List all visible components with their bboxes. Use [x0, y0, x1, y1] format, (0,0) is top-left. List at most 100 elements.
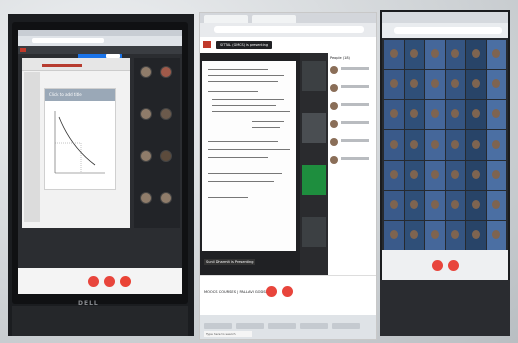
participant-row[interactable]: [330, 155, 374, 165]
gallery-video-tile[interactable]: [384, 220, 404, 250]
gallery-video-tile[interactable]: [384, 70, 404, 100]
browser-tab[interactable]: [204, 15, 248, 23]
participant-face: [451, 229, 460, 239]
taskbar-item[interactable]: [332, 323, 360, 329]
participant-face: [451, 139, 460, 149]
participant-face: [430, 139, 439, 149]
mic-off-button[interactable]: [266, 286, 277, 297]
gallery-video-tile[interactable]: [466, 40, 486, 70]
video-tile[interactable]: [302, 113, 326, 143]
participant-face: [410, 169, 419, 179]
meet-control-bar: [18, 268, 182, 294]
video-tile[interactable]: [302, 217, 326, 247]
gallery-video-tile[interactable]: [466, 220, 486, 250]
gallery-video-tile[interactable]: [445, 70, 465, 100]
gallery-video-tile[interactable]: [425, 70, 445, 100]
gallery-video-tile[interactable]: [384, 100, 404, 130]
browser-tabs[interactable]: [18, 30, 182, 36]
current-slide: Click to add title: [44, 88, 116, 190]
laptop-keyboard: [12, 306, 188, 336]
participant-face: [410, 199, 419, 209]
participant-row[interactable]: [330, 137, 374, 147]
address-bar[interactable]: [214, 26, 364, 33]
gallery-video-tile[interactable]: [404, 190, 424, 220]
participant-face: [430, 169, 439, 179]
participant-row[interactable]: [330, 65, 374, 75]
camera-off-button[interactable]: [120, 276, 131, 287]
gallery-video-tile[interactable]: [445, 190, 465, 220]
ribbon-accent: [42, 64, 82, 67]
video-tile[interactable]: [302, 165, 326, 195]
gallery-video-tile[interactable]: [445, 40, 465, 70]
gallery-video-tile[interactable]: [486, 160, 506, 190]
gallery-video-tile[interactable]: [384, 130, 404, 160]
participant-face: [492, 169, 501, 179]
middle-monitor-photo: SITTAL (GMCS) is presenting Sunil Dharmi…: [199, 12, 377, 340]
gallery-video-tile[interactable]: [404, 40, 424, 70]
participant-avatar: [160, 108, 172, 120]
gallery-video-tile[interactable]: [425, 190, 445, 220]
gallery-video-tile[interactable]: [425, 130, 445, 160]
participant-face: [410, 229, 419, 239]
slide-thumbnails[interactable]: [24, 72, 40, 222]
browser-tab[interactable]: [252, 15, 296, 23]
text-line: [212, 99, 284, 100]
browser-chrome: [382, 12, 508, 38]
text-line: [252, 127, 280, 128]
right-monitor-photo: [380, 10, 510, 336]
gallery-video-tile[interactable]: [404, 100, 424, 130]
mic-off-button[interactable]: [88, 276, 99, 287]
end-call-button[interactable]: [448, 260, 459, 271]
address-bar[interactable]: [32, 38, 104, 43]
slide-heading: Click to add title: [45, 89, 115, 101]
taskbar-item[interactable]: [300, 323, 328, 329]
gallery-video-tile[interactable]: [384, 190, 404, 220]
participant-face: [451, 199, 460, 209]
taskbar-item[interactable]: [236, 323, 264, 329]
gallery-video-tile[interactable]: [486, 220, 506, 250]
gallery-video-tile[interactable]: [404, 130, 424, 160]
meeting-name: MOOCS COURSES | PALLAVI GODSE...: [204, 290, 272, 294]
gallery-video-tile[interactable]: [466, 100, 486, 130]
participant-row[interactable]: [330, 83, 374, 93]
participant-row[interactable]: [330, 119, 374, 129]
gallery-video-tile[interactable]: [466, 130, 486, 160]
gallery-video-tile[interactable]: [425, 160, 445, 190]
gallery-video-tile[interactable]: [425, 40, 445, 70]
participant-avatar: [330, 102, 338, 110]
participant-strip: [134, 58, 180, 228]
gallery-video-tile[interactable]: [404, 70, 424, 100]
taskbar-search[interactable]: Type here to search: [204, 331, 252, 337]
gallery-video-tile[interactable]: [425, 220, 445, 250]
taskbar-item[interactable]: [268, 323, 296, 329]
gallery-video-tile[interactable]: [466, 70, 486, 100]
browser-tabs[interactable]: [382, 12, 508, 23]
gallery-video-tile[interactable]: [384, 40, 404, 70]
gallery-video-tile[interactable]: [486, 100, 506, 130]
mic-off-button[interactable]: [432, 260, 443, 271]
gallery-video-tile[interactable]: [466, 190, 486, 220]
gallery-video-tile[interactable]: [486, 40, 506, 70]
video-tile[interactable]: [302, 61, 326, 91]
participant-name-bar: [341, 139, 369, 142]
gallery-video-tile[interactable]: [445, 160, 465, 190]
gallery-video-tile[interactable]: [486, 130, 506, 160]
gallery-video-tile[interactable]: [445, 100, 465, 130]
gallery-video-tile[interactable]: [486, 70, 506, 100]
end-call-button[interactable]: [104, 276, 115, 287]
gallery-video-tile[interactable]: [466, 160, 486, 190]
gallery-video-tile[interactable]: [486, 190, 506, 220]
text-line: [208, 197, 248, 198]
gallery-video-tile[interactable]: [445, 220, 465, 250]
gallery-video-tile[interactable]: [425, 100, 445, 130]
gallery-video-tile[interactable]: [404, 220, 424, 250]
address-bar[interactable]: [394, 27, 502, 34]
end-call-button[interactable]: [282, 286, 293, 297]
gallery-video-tile[interactable]: [404, 160, 424, 190]
text-line: [252, 121, 284, 122]
gallery-video-tile[interactable]: [384, 160, 404, 190]
presenting-chip: SITTAL (GMCS) is presenting: [216, 41, 272, 49]
gallery-video-tile[interactable]: [445, 130, 465, 160]
taskbar-item[interactable]: [204, 323, 232, 329]
participant-row[interactable]: [330, 101, 374, 111]
